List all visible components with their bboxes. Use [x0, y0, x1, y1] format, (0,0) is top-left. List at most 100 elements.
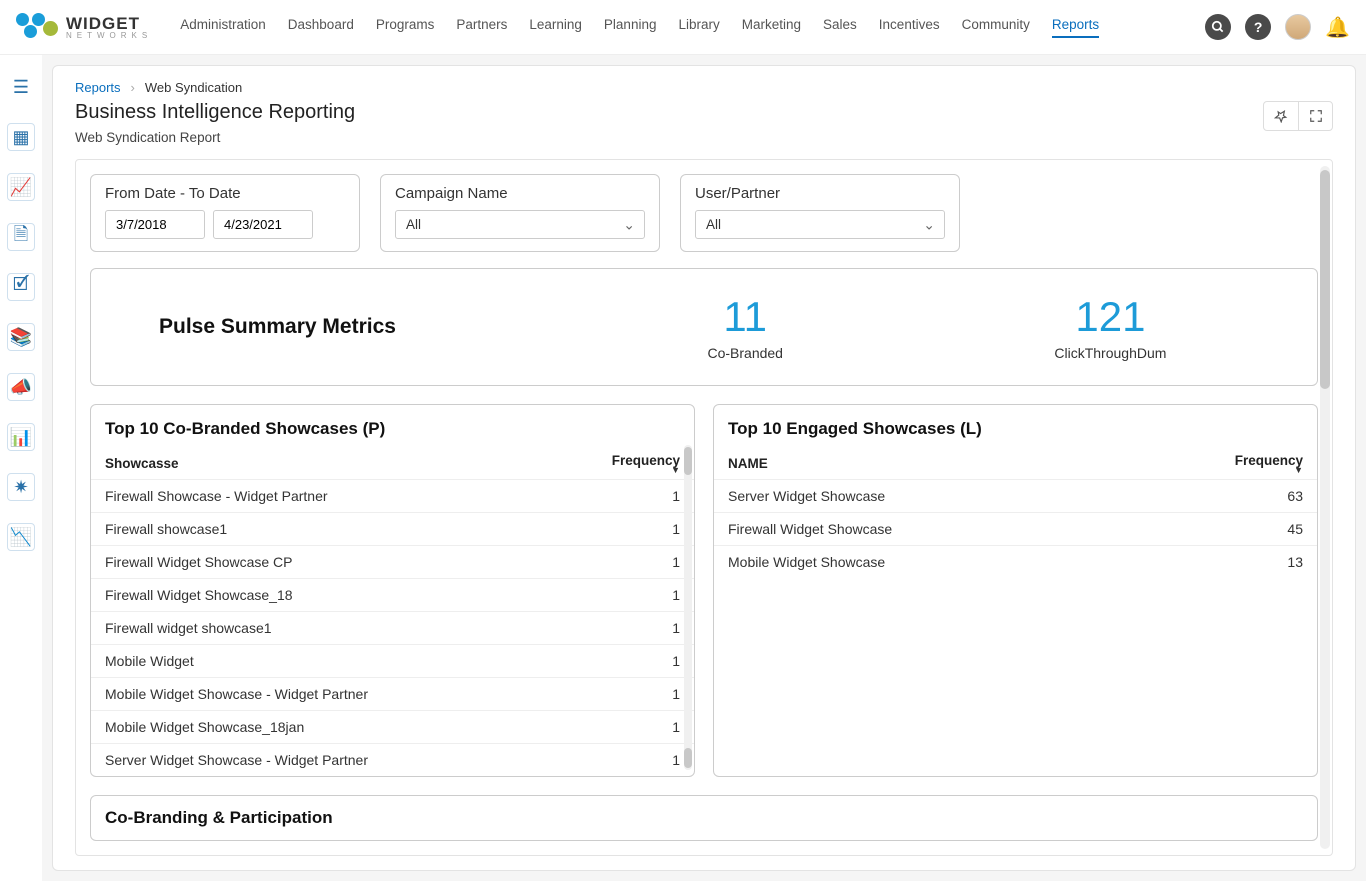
nav-link-incentives[interactable]: Incentives — [879, 17, 940, 38]
trend-icon[interactable]: 📉 — [7, 523, 35, 551]
cell-frequency: 45 — [1116, 513, 1317, 546]
table-row[interactable]: Server Widget Showcase63 — [714, 480, 1317, 513]
metric-label: Co-Branded — [563, 345, 928, 361]
nav-link-administration[interactable]: Administration — [180, 17, 266, 38]
panel-cobranded: Top 10 Co-Branded Showcases (P) Showcass… — [90, 404, 695, 777]
nav-link-dashboard[interactable]: Dashboard — [288, 17, 354, 38]
table-row[interactable]: Firewall Showcase - Widget Partner1 — [91, 480, 694, 513]
cell-name: Firewall widget showcase1 — [91, 612, 544, 645]
pin-icon[interactable] — [1264, 102, 1298, 130]
metric-value: 121 — [928, 293, 1293, 341]
table-row[interactable]: Firewall showcase11 — [91, 513, 694, 546]
breadcrumb-root[interactable]: Reports — [75, 80, 121, 95]
from-date-input[interactable] — [105, 210, 205, 239]
breadcrumb-current: Web Syndication — [145, 80, 242, 95]
breadcrumb: Reports › Web Syndication — [75, 80, 1333, 95]
campaign-icon[interactable]: 📣 — [7, 373, 35, 401]
topnav: WIDGET NETWORKS Administration Dashboard P… — [0, 0, 1366, 55]
nav-link-partners[interactable]: Partners — [456, 17, 507, 38]
nav-link-sales[interactable]: Sales — [823, 17, 857, 38]
campaign-dropdown[interactable]: All — [395, 210, 645, 239]
page-card: Reports › Web Syndication Business Intel… — [52, 65, 1356, 871]
table-row[interactable]: Firewall Widget Showcase45 — [714, 513, 1317, 546]
brand-text: WIDGET NETWORKS — [66, 15, 152, 40]
panel-title: Top 10 Co-Branded Showcases (P) — [91, 415, 694, 447]
metric-clickthrough: 121 ClickThroughDum — [928, 293, 1293, 361]
checklist-icon[interactable]: 🗹 — [7, 273, 35, 301]
table-row[interactable]: Server Widget Showcase - Widget Partner1 — [91, 744, 694, 777]
dashboard-icon[interactable]: ▦ — [7, 123, 35, 151]
settings-gear-icon[interactable]: ✷ — [7, 473, 35, 501]
date-filter: From Date - To Date — [90, 174, 360, 252]
cell-frequency: 1 — [544, 711, 694, 744]
cobranded-table: Showcasse Frequency▼ Firewall Showcase -… — [91, 447, 694, 776]
cell-frequency: 1 — [544, 513, 694, 546]
report-icon[interactable]: 🗎 — [7, 223, 35, 251]
nav-link-reports[interactable]: Reports — [1052, 17, 1099, 38]
table-row[interactable]: Mobile Widget Showcase13 — [714, 546, 1317, 579]
cell-name: Mobile Widget — [91, 645, 544, 678]
library-icon[interactable]: 📚 — [7, 323, 35, 351]
col-showcase[interactable]: Showcasse — [91, 447, 544, 480]
menu-icon[interactable]: ☰ — [7, 73, 35, 101]
table-row[interactable]: Firewall widget showcase11 — [91, 612, 694, 645]
user-dropdown[interactable]: All — [695, 210, 945, 239]
panels-row: Top 10 Co-Branded Showcases (P) Showcass… — [90, 404, 1318, 777]
cell-frequency: 13 — [1116, 546, 1317, 579]
notifications-icon[interactable]: 🔔 — [1325, 15, 1350, 40]
sidebar: ☰ ▦ 📈 🗎 🗹 📚 📣 📊 ✷ 📉 — [0, 55, 42, 881]
pulse-summary: Pulse Summary Metrics 11 Co-Branded 121 … — [90, 268, 1318, 386]
cell-name: Firewall Showcase - Widget Partner — [91, 480, 544, 513]
nav-link-planning[interactable]: Planning — [604, 17, 657, 38]
to-date-input[interactable] — [213, 210, 313, 239]
nav-link-library[interactable]: Library — [678, 17, 719, 38]
chevron-right-icon: › — [131, 80, 135, 95]
table-row[interactable]: Firewall Widget Showcase CP1 — [91, 546, 694, 579]
table-row[interactable]: Mobile Widget1 — [91, 645, 694, 678]
cell-name: Server Widget Showcase - Widget Partner — [91, 744, 544, 777]
cell-frequency: 1 — [544, 645, 694, 678]
cell-name: Server Widget Showcase — [714, 480, 1116, 513]
nav-link-programs[interactable]: Programs — [376, 17, 435, 38]
cell-name: Mobile Widget Showcase_18jan — [91, 711, 544, 744]
report-scrollbar[interactable] — [1320, 166, 1330, 849]
nav-links: Administration Dashboard Programs Partners L… — [180, 17, 1205, 38]
col-frequency[interactable]: Frequency▼ — [1116, 447, 1317, 480]
brand-mark — [16, 11, 60, 43]
user-filter-label: User/Partner — [695, 185, 945, 202]
cell-frequency: 1 — [544, 744, 694, 777]
cell-name: Firewall showcase1 — [91, 513, 544, 546]
cell-frequency: 1 — [544, 546, 694, 579]
report-body: From Date - To Date Campaign Name All ⌄ — [75, 159, 1333, 856]
nav-link-community[interactable]: Community — [962, 17, 1030, 38]
search-icon[interactable] — [1205, 14, 1231, 40]
panel-scrollbar[interactable] — [684, 445, 692, 770]
campaign-filter-label: Campaign Name — [395, 185, 645, 202]
cell-name: Firewall Widget Showcase CP — [91, 546, 544, 579]
fullscreen-icon[interactable] — [1298, 102, 1332, 130]
date-filter-label: From Date - To Date — [105, 185, 345, 202]
table-row[interactable]: Mobile Widget Showcase_18jan1 — [91, 711, 694, 744]
filters-row: From Date - To Date Campaign Name All ⌄ — [90, 174, 1318, 252]
cell-frequency: 1 — [544, 678, 694, 711]
table-row[interactable]: Firewall Widget Showcase_181 — [91, 579, 694, 612]
user-avatar[interactable] — [1285, 14, 1311, 40]
col-name[interactable]: NAME — [714, 447, 1116, 480]
cell-frequency: 1 — [544, 612, 694, 645]
nav-link-learning[interactable]: Learning — [529, 17, 582, 38]
analytics-icon[interactable]: 📊 — [7, 423, 35, 451]
brand-logo[interactable]: WIDGET NETWORKS — [16, 11, 152, 43]
cell-frequency: 63 — [1116, 480, 1317, 513]
sort-desc-icon: ▼ — [558, 468, 680, 473]
panel-title: Top 10 Engaged Showcases (L) — [714, 415, 1317, 447]
help-icon[interactable]: ? — [1245, 14, 1271, 40]
table-row[interactable]: Mobile Widget Showcase - Widget Partner1 — [91, 678, 694, 711]
chart-icon[interactable]: 📈 — [7, 173, 35, 201]
col-frequency[interactable]: Frequency▼ — [544, 447, 694, 480]
cell-frequency: 1 — [544, 579, 694, 612]
next-section-header: Co-Branding & Participation — [90, 795, 1318, 841]
pulse-title: Pulse Summary Metrics — [115, 315, 563, 339]
cell-frequency: 1 — [544, 480, 694, 513]
cell-name: Firewall Widget Showcase_18 — [91, 579, 544, 612]
nav-link-marketing[interactable]: Marketing — [742, 17, 801, 38]
